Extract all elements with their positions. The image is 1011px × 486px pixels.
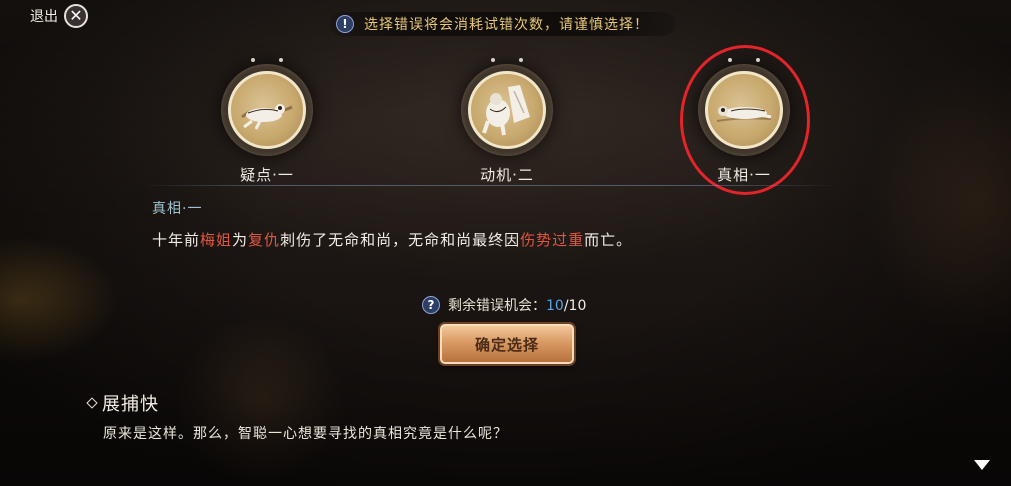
medallion-frame xyxy=(461,58,553,156)
lying-body-icon xyxy=(716,106,772,122)
speaker-name: 展捕快 xyxy=(102,394,159,415)
attempts-max: 10 xyxy=(568,298,587,314)
detail-segment: 而亡。 xyxy=(584,231,633,249)
exit-label: 退出 xyxy=(30,9,58,25)
detail-title: 真相·一 xyxy=(152,201,203,217)
detail-segment: 为 xyxy=(232,231,249,249)
clue-label: 真相·一 xyxy=(717,166,771,184)
detail-segment: 刺伤了无命和尚，无命和尚最终因 xyxy=(280,231,521,249)
warning-banner: ! 选择错误将会消耗试错次数，请谨慎选择！ xyxy=(330,12,676,36)
collapsed-figure-icon xyxy=(241,104,293,130)
exit-button[interactable]: 退出 ✕ xyxy=(30,4,88,28)
exclamation-icon: ! xyxy=(336,15,354,33)
dialog-speaker: 展捕快 xyxy=(86,390,159,416)
warning-text: 选择错误将会消耗试错次数，请谨慎选择！ xyxy=(364,17,649,33)
detail-highlight: 复仇 xyxy=(248,231,281,249)
continue-arrow-icon[interactable] xyxy=(974,460,990,470)
clue-card-2[interactable]: 动机·二 xyxy=(447,58,567,185)
diamond-icon xyxy=(86,397,98,409)
attempts-current: 10 xyxy=(546,298,564,314)
divider xyxy=(140,185,840,186)
remaining-attempts: ? 剩余错误机会：10/10 xyxy=(422,295,586,315)
medallion-frame xyxy=(698,58,790,156)
fallen-monk-icon xyxy=(482,85,530,136)
detail-description: 十年前梅姐为复仇刺伤了无命和尚，无命和尚最终因伤势过重而亡。 xyxy=(152,229,632,250)
clue-card-1[interactable]: 疑点·一 xyxy=(207,58,327,185)
dialog-text: 原来是这样。那么，智聪一心想要寻找的真相究竟是什么呢？ xyxy=(103,426,508,442)
confirm-button[interactable]: 确定选择 xyxy=(440,324,574,364)
detail-highlight: 伤势过重 xyxy=(520,231,585,249)
clue-card-3[interactable]: 真相·一 xyxy=(684,58,804,185)
clue-label: 动机·二 xyxy=(480,166,534,184)
medallion-frame xyxy=(221,58,313,156)
attempts-label: 剩余错误机会： xyxy=(448,298,546,314)
clue-label: 疑点·一 xyxy=(240,166,294,184)
close-icon[interactable]: ✕ xyxy=(64,4,88,28)
question-icon[interactable]: ? xyxy=(422,296,440,314)
detail-highlight: 梅姐 xyxy=(200,231,233,249)
detail-segment: 十年前 xyxy=(152,231,201,249)
